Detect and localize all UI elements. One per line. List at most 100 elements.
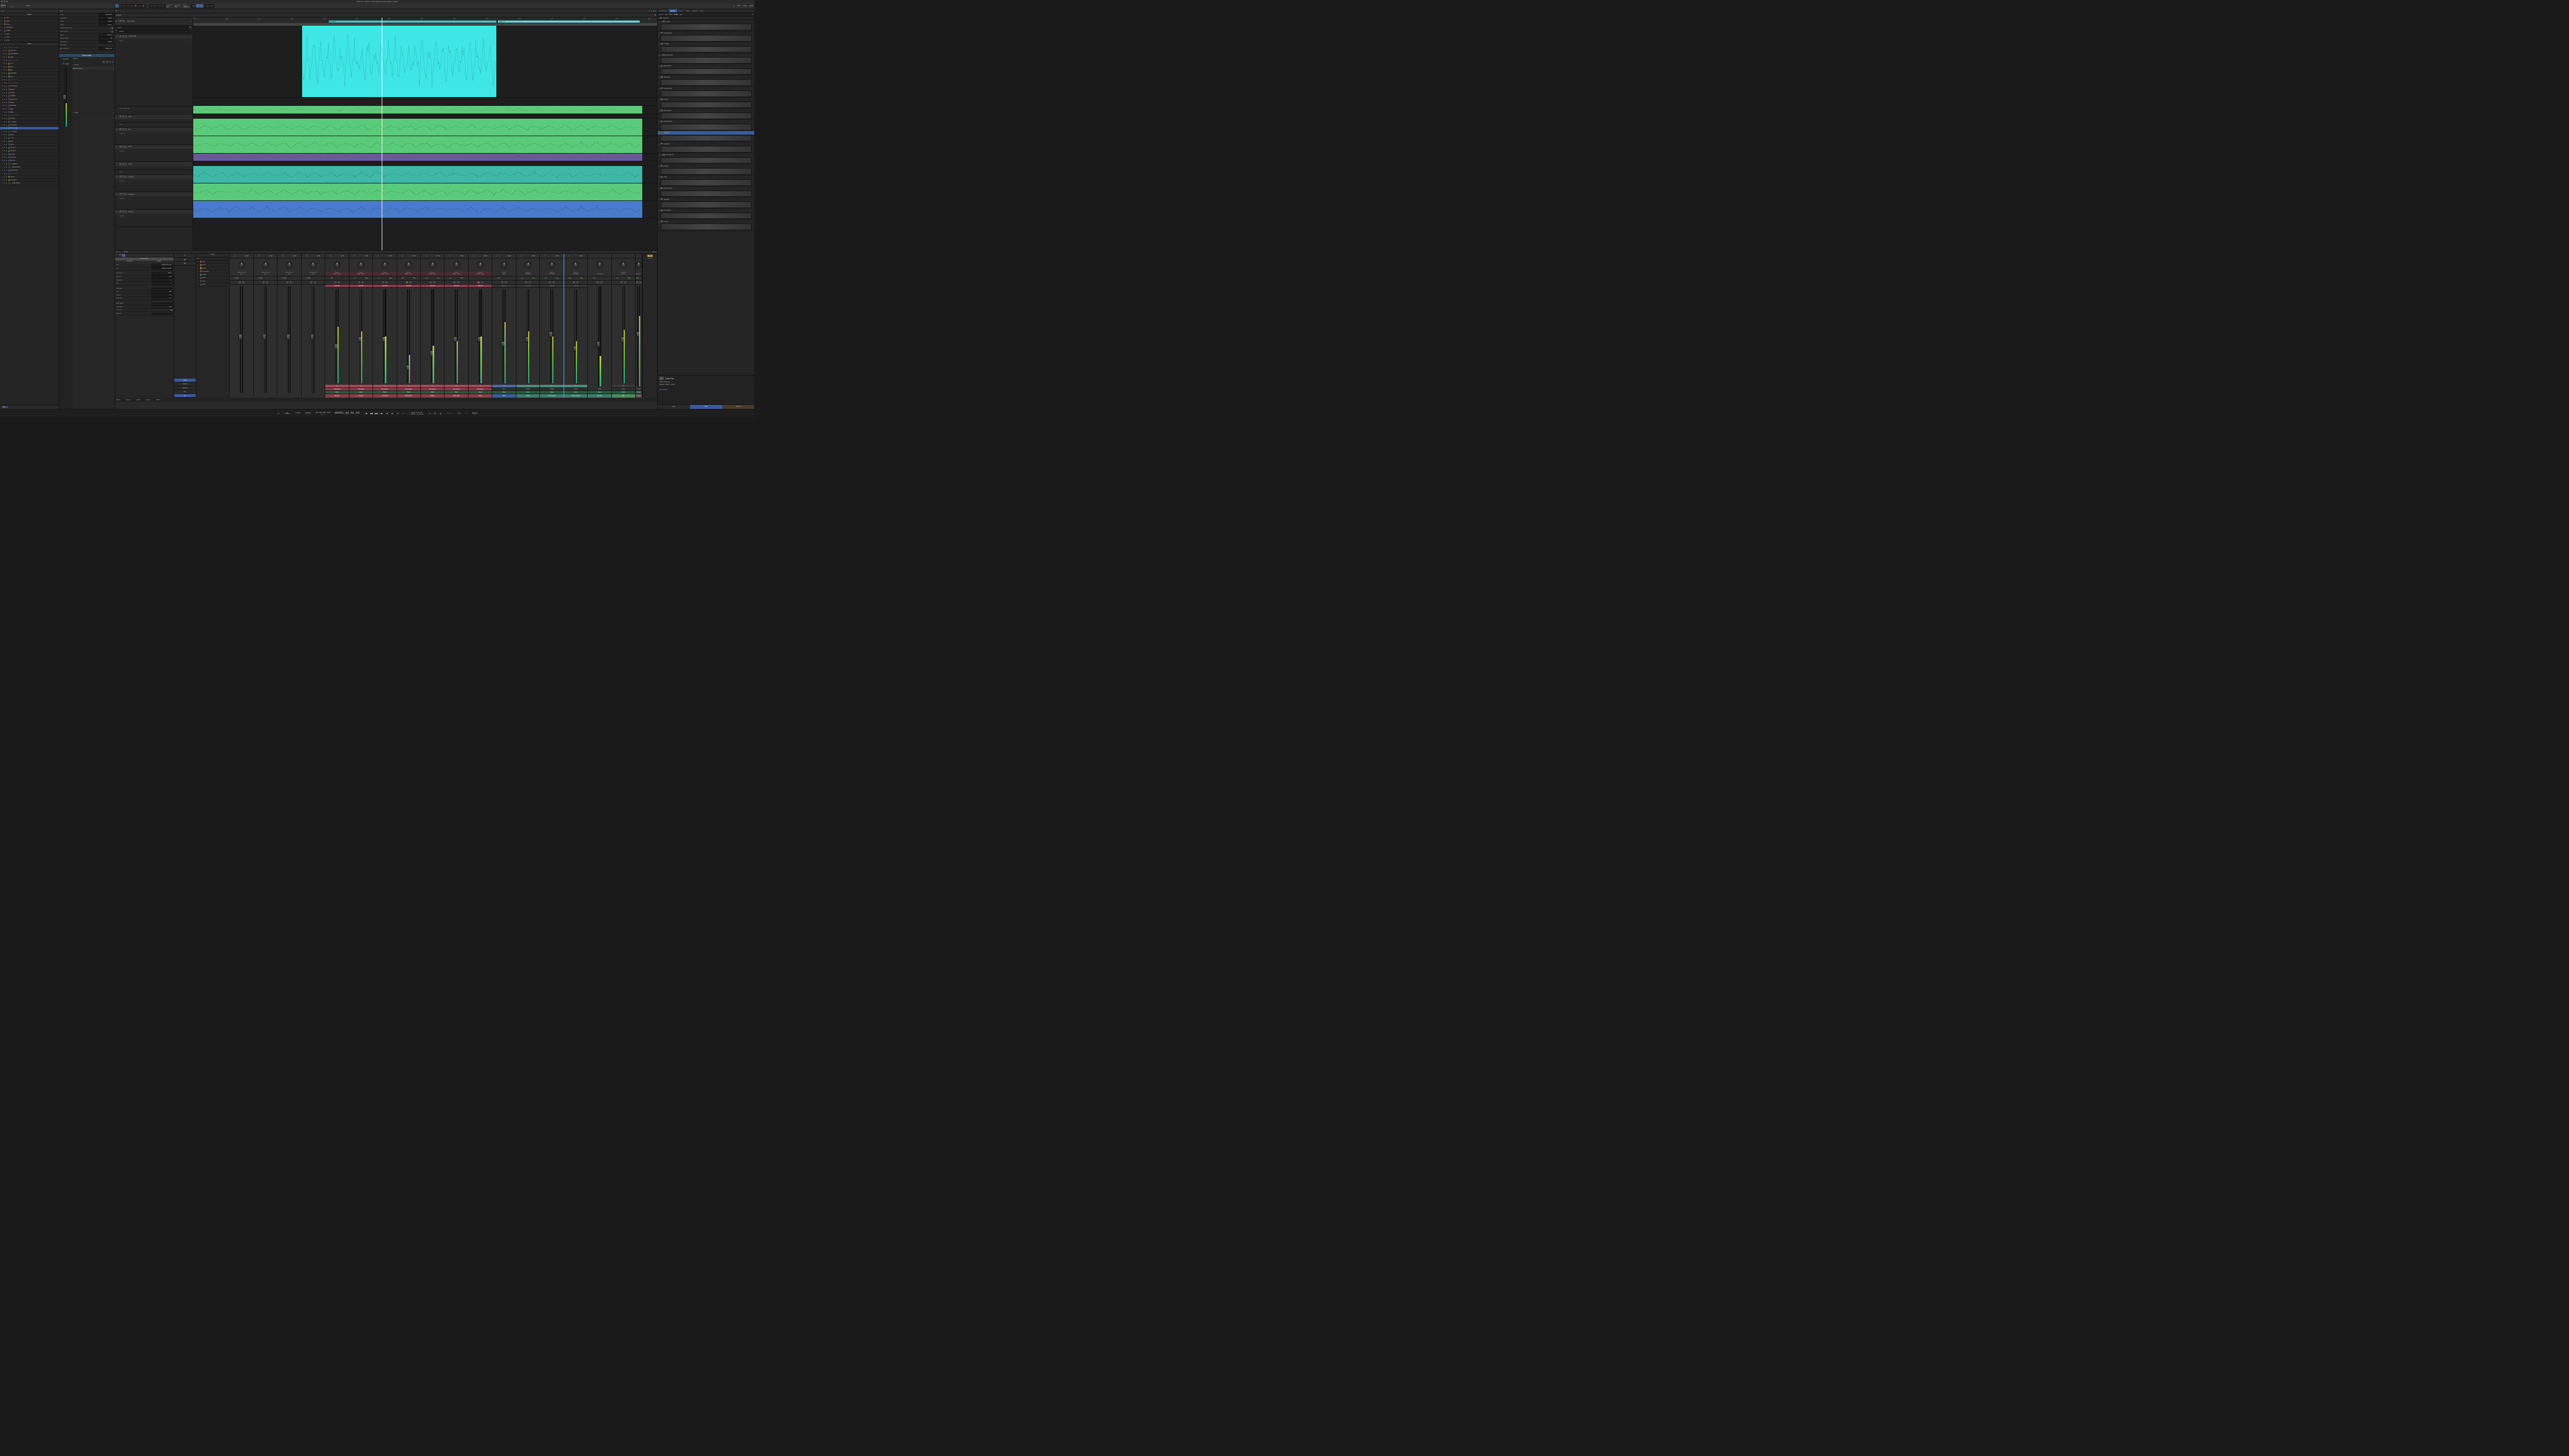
draw-tool[interactable]: ✎ bbox=[126, 4, 130, 8]
inspector-row[interactable]: Delay0.00 ms bbox=[59, 33, 115, 37]
quantize-value[interactable]: 1/16 bbox=[166, 6, 172, 8]
fx-item[interactable]: ★▸FXFat Channel bbox=[658, 153, 754, 164]
audio-clip[interactable] bbox=[193, 183, 643, 200]
track-lane-header[interactable]: 28MSAlto SaxInput 25 bbox=[115, 210, 193, 227]
filter-icon[interactable]: ≡ bbox=[57, 10, 58, 12]
snap-value[interactable]: Adaptive bbox=[183, 6, 189, 8]
mixer-channel[interactable]: ⟳21 dBMic/Lin...t1n148V0.0 dBMS bbox=[230, 254, 253, 398]
browser-settings-icon[interactable]: ⚙ bbox=[752, 14, 753, 15]
mix-wide-icon[interactable]: ◀ ▶ bbox=[174, 262, 196, 265]
mixer-channel[interactable]: MainOu...ight0dBMSNoneReadMain bbox=[636, 254, 642, 398]
browser-tab[interactable]: Instruments bbox=[658, 9, 669, 12]
mix-narrow-icon[interactable]: ◀▶ bbox=[174, 258, 196, 262]
fx-item[interactable]: ▸FXAutofilter bbox=[658, 42, 754, 53]
footer-browse[interactable]: Browse bbox=[722, 405, 755, 409]
snap-toggle-1[interactable]: ▦ bbox=[192, 4, 195, 8]
track-row[interactable]: ▾●▸LEAD DELAY bbox=[0, 182, 59, 185]
mixer-channel[interactable]: Input 18KEYS-6.0L30MS24NoneReadB3 bbox=[612, 254, 636, 398]
mixer-channel[interactable]: ⟳40 dBInput 4GUITARS-10.0L40MSAuto Off23… bbox=[564, 254, 588, 398]
fx-item[interactable]: ★▸FXBeat Delay bbox=[658, 53, 754, 65]
mixer-channel[interactable]: ⟳40 dBInput 4GUITARS0.0L11MSAuto Off22Gu… bbox=[540, 254, 564, 398]
arr-tool-1[interactable]: ∿ bbox=[649, 10, 650, 12]
group-row[interactable]: 8Verbs bbox=[0, 39, 59, 42]
mixer-channel[interactable]: ⟳27 dBInput 2PERC..SION-5.9MSAuto Off13P… bbox=[325, 254, 349, 398]
track-view-1[interactable]: ▤ bbox=[3, 406, 6, 408]
browser-tab[interactable]: Effects bbox=[669, 9, 677, 12]
inspector-toggle[interactable]: i bbox=[60, 10, 63, 12]
stop-button[interactable]: ■ bbox=[385, 412, 389, 416]
timebase-value[interactable]: Bars bbox=[175, 6, 180, 8]
metronome-icon[interactable]: ▲ bbox=[438, 412, 442, 416]
redo-icon[interactable]: ↷ bbox=[157, 4, 161, 8]
end-button[interactable]: ▶| bbox=[380, 412, 384, 416]
audio-clip[interactable] bbox=[302, 26, 497, 98]
inspector-row[interactable]: LayersLayer 1 bbox=[59, 24, 115, 27]
menu-song[interactable]: Song bbox=[743, 5, 747, 7]
track-lane-header[interactable]: None bbox=[115, 170, 193, 175]
menu-start[interactable]: Start bbox=[738, 5, 740, 7]
menu-project[interactable]: Project bbox=[750, 5, 754, 7]
audio-clip[interactable] bbox=[193, 119, 643, 136]
autoscroll-icon[interactable]: ⟲ bbox=[161, 4, 164, 8]
browser-tab[interactable]: Files bbox=[684, 9, 691, 12]
add-track-icon[interactable]: + bbox=[1, 406, 2, 408]
snap-toggle-2[interactable]: ▦ bbox=[196, 4, 199, 8]
mixer-channel[interactable]: ⟳27 dBInput 2PERC..SION-1.7L50MSAuto Off… bbox=[373, 254, 397, 398]
track-lane-header[interactable]: MSHorns bbox=[115, 162, 193, 170]
pan-knob[interactable] bbox=[477, 262, 483, 268]
fx-item[interactable]: ▸FXDistortionPlus bbox=[658, 120, 754, 131]
mix-external-btn[interactable]: External bbox=[174, 386, 196, 390]
track-lane-header[interactable]: Auto: Off Guit Dly bbox=[115, 106, 193, 115]
pan-knob[interactable] bbox=[572, 262, 579, 268]
pan-knob[interactable] bbox=[620, 262, 627, 268]
browser-tab[interactable]: Pool bbox=[698, 9, 705, 12]
snap-toggle-3[interactable]: ▦ bbox=[199, 4, 203, 8]
arr-tool-4[interactable]: ✚ bbox=[655, 10, 656, 12]
cloud-icon[interactable]: ☁ bbox=[733, 5, 735, 7]
volume-db[interactable]: -23.3 bbox=[10, 6, 13, 8]
ff-button[interactable]: ▶▶ bbox=[375, 412, 379, 416]
inspector-row[interactable]: Layers follow events bbox=[59, 27, 115, 30]
mixer-channel[interactable]: GUITARS-7.0MSNoneReadGuit Dly bbox=[588, 254, 611, 398]
arranger-search-icon[interactable]: 🔍 bbox=[116, 10, 117, 12]
help-icon[interactable]: ? bbox=[150, 4, 153, 8]
close-window[interactable] bbox=[1, 1, 3, 2]
mix-close-icon[interactable]: ✕ bbox=[115, 254, 119, 256]
play-button[interactable]: ▶ bbox=[390, 412, 395, 416]
mix-instr-btn[interactable]: Instr. bbox=[174, 390, 196, 394]
arr-tool-2[interactable]: ▭ bbox=[651, 10, 652, 12]
mixer-channel[interactable]: ⟳27 dBInput 2PERC..SIONMSAuto Off19Percu… bbox=[469, 254, 492, 398]
fx-item[interactable]: ▸FXExpander bbox=[658, 142, 754, 154]
browser-tab[interactable]: Loops bbox=[677, 9, 685, 12]
track-lane-header[interactable]: 25MSWurliInput 20 bbox=[115, 145, 193, 162]
pan-knob[interactable] bbox=[238, 262, 245, 268]
track-lane-header[interactable]: 27MSTrumpet 2Input 25 bbox=[115, 192, 193, 210]
fx-item[interactable]: ▸FXIR Maker bbox=[658, 198, 754, 209]
fx-item[interactable]: ▸FXDual Pan bbox=[658, 131, 754, 142]
zoom-window[interactable] bbox=[6, 1, 8, 2]
pencil-icon[interactable]: ✎ bbox=[60, 51, 61, 53]
bend-tool[interactable]: 〰 bbox=[138, 4, 141, 8]
listen-tool[interactable]: 🔊 bbox=[142, 4, 145, 8]
mix-lock-icon[interactable]: 🔒 bbox=[119, 254, 122, 256]
split-tool[interactable]: ✂ bbox=[122, 4, 126, 8]
mixer-channel[interactable]: ⟳27 dBInput 2PERC..SION-12.0L75MSAuto Of… bbox=[421, 254, 444, 398]
ab-compare[interactable]: A/B bbox=[647, 255, 653, 257]
arrow-tool[interactable]: ▲ bbox=[115, 4, 119, 8]
pan-knob[interactable] bbox=[429, 262, 436, 268]
inspector-row[interactable]: GroupGuitars bbox=[59, 20, 115, 24]
pan-knob[interactable] bbox=[597, 262, 603, 268]
audio-clip[interactable] bbox=[193, 154, 643, 161]
track-lane-header[interactable]: 23MSChunk GuitarInput 4 bbox=[115, 34, 193, 107]
range-tool[interactable]: ▭ bbox=[119, 4, 122, 8]
mixer-channel[interactable]: ⟳27 dBInput 2PERC..SION-30.0R75MSAuto Of… bbox=[397, 254, 421, 398]
mixer-channel[interactable]: ⟳27 dBInput 4GUITARS-1.5L60MSAuto Off21G… bbox=[516, 254, 540, 398]
insp-solo[interactable]: S bbox=[106, 61, 108, 63]
pan-knob[interactable] bbox=[310, 262, 317, 268]
fx-item[interactable]: ▸FXAnalog Delay bbox=[658, 31, 754, 43]
mixer-channel[interactable]: ⟳27 dBInput 2PERC..SION-1.2R75MSAuto Off… bbox=[444, 254, 468, 398]
inspector-row[interactable]: Play overlaps bbox=[59, 30, 115, 34]
fx-item[interactable]: ▸FXBinaural Pan bbox=[658, 64, 754, 76]
pan-knob[interactable] bbox=[453, 262, 460, 268]
pan-knob[interactable] bbox=[262, 262, 269, 268]
